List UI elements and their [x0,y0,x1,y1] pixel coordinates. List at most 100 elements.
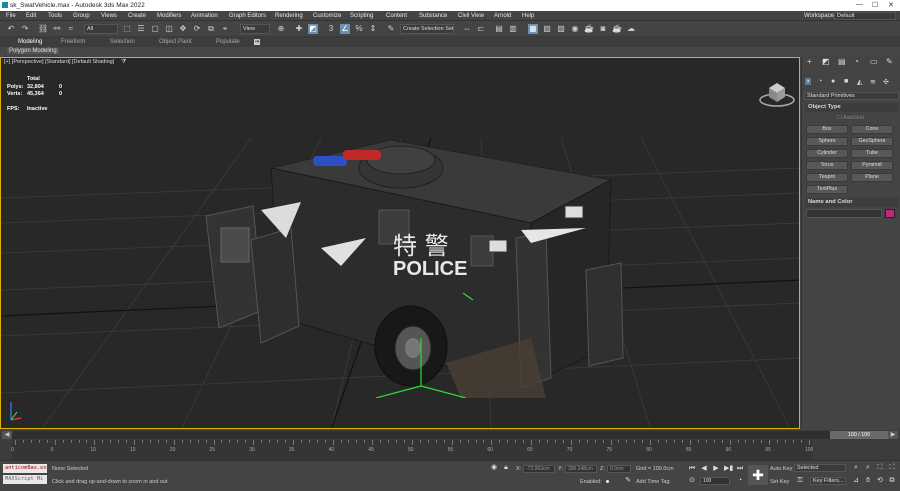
redo-icon[interactable]: ↷ [20,24,30,34]
render-in-cloud-icon[interactable]: ☁ [626,24,636,34]
menu-views[interactable]: Views [101,13,117,19]
workspaces-dropdown[interactable]: Default [834,12,896,20]
object-name-field[interactable] [806,209,882,218]
perspective-viewport[interactable]: 特 警 POLICE [+] [Perspective] [Standard] … [0,57,800,429]
tube-button[interactable]: Tube [851,149,893,158]
menu-scripting[interactable]: Scripting [350,13,373,19]
cameras-icon[interactable]: ■ [844,78,848,85]
zoom-extents-icon[interactable]: ⛶ [876,464,884,472]
cone-button[interactable]: Cone [851,125,893,134]
y-coordinate-field[interactable]: 396.248cm [565,465,597,473]
mirror-icon[interactable]: ⇔ [462,24,472,34]
motion-tab-icon[interactable]: ◔ [854,57,859,66]
menu-substance[interactable]: Substance [419,13,447,19]
selection-filter-dropdown[interactable]: All [84,24,118,34]
named-selection-set-dropdown[interactable]: Create Selection Set [400,24,454,34]
time-slider[interactable] [12,431,888,439]
angle-snap-icon[interactable]: ∠ [340,24,350,34]
link-icon[interactable]: ⛓ [38,24,48,34]
enabled-toggle[interactable] [604,478,611,485]
set-key-large-icon[interactable]: ✚ [748,465,768,485]
edit-named-selection-icon[interactable]: ✎ [386,24,396,34]
close-button[interactable]: ✕ [888,1,894,9]
auto-key-button[interactable]: Auto Key [770,466,792,472]
tab-object-paint[interactable]: Object Paint [159,39,192,45]
current-frame-field[interactable]: 100 [700,477,730,485]
space-warps-icon[interactable]: ≋ [870,78,876,86]
plane-button[interactable]: Plane [851,173,893,182]
rotate-icon[interactable]: ⟳ [192,24,202,34]
curve-editor-icon[interactable]: ▧ [542,24,552,34]
material-editor-icon[interactable]: ◉ [570,24,580,34]
time-slider-prev-icon[interactable]: ◀ [2,431,12,439]
bind-space-warp-icon[interactable]: ≈ [66,24,76,34]
cylinder-button[interactable]: Cylinder [806,149,848,158]
play-icon[interactable]: ▶︎ [712,465,720,473]
name-and-color-rollout[interactable]: Name and Color [805,198,899,207]
key-filters-button[interactable]: Key Filters... [810,477,846,485]
modify-tab-icon[interactable]: ◩ [822,57,830,66]
scale-icon[interactable]: ⧉ [206,24,216,34]
menu-tools[interactable]: Tools [48,13,62,19]
systems-icon[interactable]: ✣ [883,78,889,86]
undo-icon[interactable]: ↶ [6,24,16,34]
primitive-type-dropdown[interactable]: Standard Primitives [804,92,899,100]
maxscript-listener-line2[interactable]: MAXScript Mi [3,475,47,484]
time-slider-thumb[interactable]: 100 / 100 [830,431,888,439]
tab-freeform[interactable]: Freeform [61,39,85,45]
maximize-button[interactable]: ☐ [872,1,878,9]
menu-content[interactable]: Content [386,13,407,19]
unlink-icon[interactable]: ⚯ [52,24,62,34]
utilities-tab-icon[interactable]: ✎ [886,57,893,66]
tab-modeling[interactable]: Modeling [18,39,42,45]
create-tab-icon[interactable]: + [807,57,812,66]
percent-snap-icon[interactable]: % [354,24,364,34]
selected-key-dropdown[interactable]: Selected [794,464,846,472]
key-mode-icon[interactable]: ⊙ [688,477,696,485]
display-tab-icon[interactable]: ▭ [870,57,878,66]
teapot-button[interactable]: Teapot [806,173,848,182]
orbit-icon[interactable]: ⟲ [876,477,884,485]
menu-create[interactable]: Create [128,13,146,19]
helpers-icon[interactable]: ◭ [857,78,862,86]
window-crossing-icon[interactable]: ◫ [164,24,174,34]
viewport-filter-icon[interactable]: ⧩ [121,59,126,66]
schematic-view-icon[interactable]: ▨ [556,24,566,34]
time-tag-icon[interactable]: ✎ [624,477,632,485]
menu-graph-editors[interactable]: Graph Editors [229,13,266,19]
field-of-view-icon[interactable]: ⊿ [852,477,860,485]
timeline-track[interactable]: 0 5 10 15 20 25 30 35 40 45 50 55 60 65 70 75 80 85 90 95 10… [11,440,813,460]
menu-animation[interactable]: Animation [191,13,218,19]
tab-populate[interactable]: Populate [216,39,240,45]
pan-view-icon[interactable]: ✋︎ [864,477,872,485]
toggle-scene-explorer-icon[interactable]: ▤ [494,24,504,34]
zoom-all-icon[interactable]: ⌕ [864,464,872,472]
shapes-icon[interactable]: ◔ [818,78,822,85]
polygon-modeling-panel[interactable]: Polygon Modeling [7,48,59,54]
align-icon[interactable]: ⊏ [476,24,486,34]
viewport-label[interactable]: [+] [Perspective] [Standard] [Default Sh… [4,59,114,65]
geosphere-button[interactable]: GeoSphere [851,137,893,146]
toggle-ribbon-icon[interactable]: ▦ [528,24,538,34]
zoom-icon[interactable]: ⌕ [852,464,860,472]
selection-lock-icon[interactable]: 🔒︎ [502,464,510,472]
goto-end-icon[interactable]: ⏭ [736,465,744,473]
add-time-tag-label[interactable]: Add Time Tag [636,479,670,485]
menu-modifiers[interactable]: Modifiers [157,13,181,19]
menu-rendering[interactable]: Rendering [275,13,303,19]
spinner-snap-icon[interactable]: ⇕ [368,24,378,34]
prev-frame-icon[interactable]: ◀︎ [700,465,708,473]
x-coordinate-field[interactable]: -72.063cm [523,465,555,473]
toggle-layer-explorer-icon[interactable]: ▥ [508,24,518,34]
hierarchy-tab-icon[interactable]: ▤ [838,57,846,66]
menu-arnold[interactable]: Arnold [494,13,511,19]
region-select-icon[interactable]: ▢ [150,24,160,34]
placement-icon[interactable]: ⌖ [220,24,230,34]
sphere-button[interactable]: Sphere [806,137,848,146]
snaps-toggle-icon[interactable]: 3 [326,24,336,34]
menu-edit[interactable]: Edit [26,13,36,19]
object-color-swatch[interactable] [885,209,895,218]
torus-button[interactable]: Torus [806,161,848,170]
object-type-rollout[interactable]: Object Type [805,103,899,112]
maximize-viewport-icon[interactable]: ⧉ [888,477,896,485]
